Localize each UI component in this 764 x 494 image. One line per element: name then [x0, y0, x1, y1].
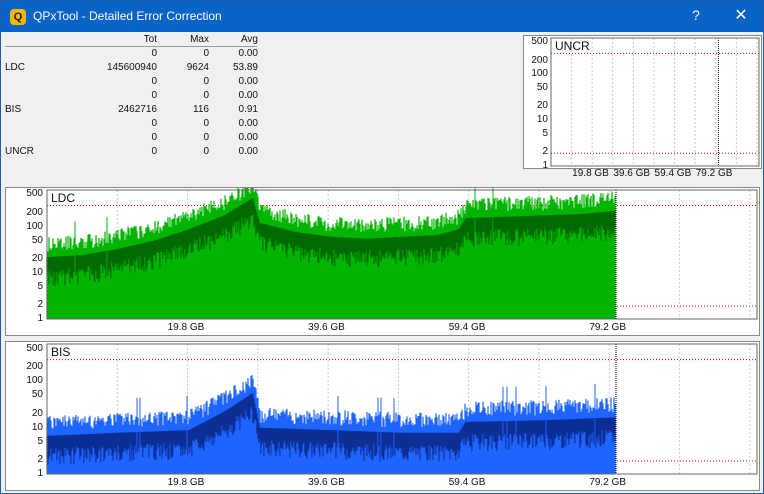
x-tick-label: 39.6 GB [613, 168, 651, 179]
stats-cell-max: 0 [203, 48, 209, 59]
stats-header-row: Tot Max Avg [5, 34, 258, 48]
y-tick-label: 10 [536, 114, 548, 126]
plot-border [550, 37, 760, 167]
window-title: QPxTool - Detailed Error Correction [33, 9, 222, 23]
y-tick-label: 5 [37, 280, 43, 292]
stats-row: LDC 145600940 9624 53.89 [5, 62, 258, 76]
stats-cell-max: 9624 [186, 62, 209, 73]
stats-cell-avg: 0.00 [238, 76, 258, 87]
y-tick-label: 5 [37, 435, 43, 447]
ldc-graph-panel: 500 200 100 50 20 10 5 2 1 19.8 GB 39.6 GB 59.4 GB 7… [5, 187, 760, 336]
x-tick-label: 79.2 GB [695, 168, 733, 179]
stats-row: BIS 2462716 116 0.91 [5, 104, 258, 118]
stats-row: 0 0 0.00 [5, 48, 258, 62]
stats-cell-avg: 0.00 [238, 48, 258, 59]
x-tick-label: 79.2 GB [589, 477, 627, 488]
stats-cell-tot: 0 [151, 90, 157, 101]
x-tick-label: 59.4 GB [448, 477, 486, 488]
help-button[interactable]: ? [685, 7, 707, 27]
uncr-chart-svg [550, 37, 760, 167]
header-max: Max [190, 34, 209, 45]
y-tick-label: 1 [542, 160, 548, 171]
qpxtool-window: Q QPxTool - Detailed Error Correction ? … [0, 0, 764, 494]
y-tick-label: 100 [26, 220, 43, 232]
header-avg: Avg [240, 34, 258, 45]
stats-row: UNCR 0 0 0.00 [5, 146, 258, 160]
stats-cell-tot: 2462716 [118, 104, 157, 115]
y-tick-label: 200 [26, 206, 43, 218]
x-tick-label: 79.2 GB [589, 322, 627, 333]
stats-cell-avg: 0.91 [238, 104, 258, 115]
stats-cell-max: 0 [203, 118, 209, 129]
stats-cell-label: UNCR [5, 146, 34, 157]
y-tick-label: 2 [37, 299, 43, 311]
y-tick-label: 20 [536, 100, 548, 112]
qpxtool-logo-icon: Q [10, 9, 26, 25]
y-tick-label: 50 [31, 234, 43, 246]
stats-cell-tot: 0 [151, 132, 157, 143]
y-tick-label: 2 [542, 146, 548, 158]
stats-row: 0 0 0.00 [5, 132, 258, 146]
y-tick-label: 2 [37, 454, 43, 465]
stats-row: 0 0 0.00 [5, 90, 258, 104]
y-tick-label: 500 [26, 188, 43, 200]
x-tick-label: 19.8 GB [572, 168, 609, 179]
y-tick-label: 200 [531, 54, 548, 66]
uncr-graph-title: UNCR [555, 39, 590, 53]
x-tick-label: 19.8 GB [167, 477, 205, 488]
uncr-graph-panel: 500 200 100 50 20 10 5 2 1 19.8 GB 39.6 GB 59.4 GB 7… [523, 35, 762, 179]
header-tot: Tot [143, 34, 157, 45]
stats-cell-max: 0 [203, 76, 209, 87]
stats-row: 0 0 0.00 [5, 118, 258, 132]
y-tick-label: 1 [37, 468, 43, 479]
y-tick-label: 200 [26, 361, 43, 372]
y-tick-label: 100 [531, 68, 548, 80]
ldc-chart-svg [46, 188, 758, 320]
y-tick-label: 5 [542, 128, 548, 139]
y-tick-label: 500 [26, 342, 43, 354]
header-divider [5, 46, 257, 47]
y-tick-label: 20 [31, 252, 43, 264]
y-tick-label: 100 [26, 375, 43, 386]
y-tick-label: 10 [31, 421, 43, 433]
bis-chart-svg [46, 343, 758, 475]
x-tick-label: 39.6 GB [308, 322, 345, 333]
stats-row: 0 0 0.00 [5, 76, 258, 90]
stats-cell-avg: 53.89 [232, 62, 258, 73]
y-tick-label: 10 [31, 266, 43, 278]
stats-cell-max: 0 [203, 90, 209, 101]
stats-cell-tot: 0 [151, 146, 157, 157]
y-tick-label: 20 [31, 407, 43, 419]
stats-cell-max: 0 [203, 132, 209, 143]
ldc-graph-title: LDC [51, 191, 76, 205]
stats-cell-label: LDC [5, 62, 26, 73]
stats-cell-tot: 0 [151, 118, 157, 129]
stats-cell-avg: 0.00 [238, 146, 258, 157]
bis-series [46, 375, 616, 474]
close-button[interactable]: ✕ [727, 5, 755, 27]
stats-cell-label: BIS [5, 104, 22, 115]
stats-cell-avg: 0.00 [238, 118, 258, 129]
x-tick-label: 39.6 GB [308, 477, 345, 488]
stats-cell-tot: 145600940 [106, 62, 157, 73]
y-tick-label: 500 [531, 36, 548, 48]
ldc-series [46, 188, 616, 319]
x-tick-label: 19.8 GB [167, 322, 205, 333]
bis-graph-panel: 500 200 100 50 20 10 5 2 1 19.8 GB 39.6 GB 59.4 GB 7… [5, 341, 760, 491]
error-stats-table: Tot Max Avg 0 0 0.00 LDC 145600940 9624 53.89 0… [5, 34, 258, 160]
bis-graph-title: BIS [51, 345, 71, 359]
stats-cell-max: 116 [193, 104, 209, 115]
stats-cell-avg: 0.00 [238, 90, 258, 101]
stats-cell-max: 0 [203, 146, 209, 157]
y-tick-label: 50 [536, 82, 548, 94]
x-tick-label: 59.4 GB [654, 168, 692, 179]
y-tick-label: 1 [37, 313, 43, 324]
stats-cell-tot: 0 [151, 76, 157, 87]
x-tick-label: 59.4 GB [448, 322, 486, 333]
title-bar: Q QPxTool - Detailed Error Correction ? … [1, 1, 763, 32]
y-tick-label: 50 [31, 389, 43, 400]
stats-cell-avg: 0.00 [238, 132, 258, 143]
stats-cell-tot: 0 [151, 48, 157, 59]
